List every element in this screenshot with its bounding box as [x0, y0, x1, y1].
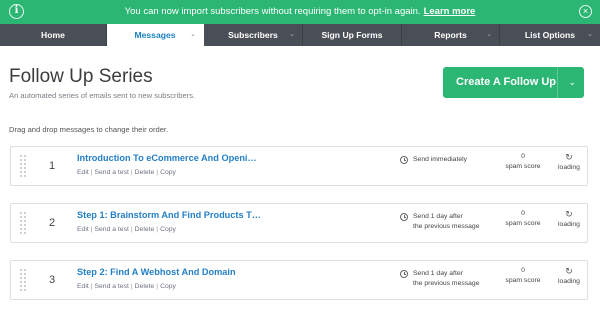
- send-test-link[interactable]: Send a test: [94, 226, 128, 233]
- page-subtitle: An automated series of emails sent to ne…: [9, 91, 196, 100]
- delete-link[interactable]: Delete: [135, 283, 155, 290]
- message-number: 1: [49, 160, 56, 172]
- message-number: 2: [49, 217, 56, 229]
- spam-score-label: spam score: [505, 277, 541, 284]
- separator: |: [130, 169, 133, 176]
- message-title-link[interactable]: Step 2: Find A Webhost And Domain: [77, 267, 236, 277]
- timing-line: the previous message: [413, 280, 480, 287]
- status-text: loading: [558, 278, 580, 285]
- banner-message-wrap: You can now import subscribers without r…: [0, 6, 600, 18]
- message-title-link[interactable]: Step 1: Brainstorm And Find Products T…: [77, 210, 261, 220]
- separator: |: [156, 283, 159, 290]
- reorder-hint: Drag and drop messages to change their o…: [9, 125, 169, 134]
- status-indicator: ↻ loading: [554, 266, 584, 287]
- spam-score-value: 0: [521, 153, 525, 160]
- button-divider: [557, 67, 558, 98]
- tab-label: List Options: [524, 30, 576, 40]
- chevron-down-icon: ⌄: [486, 31, 492, 38]
- timing-line: Send 1 day after: [413, 213, 463, 220]
- spam-score-value: 0: [521, 210, 525, 217]
- tab-sign-up-forms[interactable]: Sign Up Forms: [303, 24, 402, 46]
- edit-link[interactable]: Edit: [77, 169, 89, 176]
- message-row: 2 Step 1: Brainstorm And Find Products T…: [10, 203, 588, 243]
- refresh-icon: ↻: [565, 209, 573, 219]
- send-test-link[interactable]: Send a test: [94, 283, 128, 290]
- delete-link[interactable]: Delete: [135, 169, 155, 176]
- message-number: 3: [49, 274, 56, 286]
- chevron-down-icon: ⌄: [190, 31, 196, 38]
- message-title-link[interactable]: Introduction To eCommerce And Openi…: [77, 153, 257, 163]
- timing-line: the previous message: [413, 223, 480, 230]
- banner-message: You can now import subscribers without r…: [124, 6, 421, 17]
- timing-line: Send immediately: [413, 156, 468, 163]
- edit-link[interactable]: Edit: [77, 283, 89, 290]
- status-text: loading: [558, 164, 580, 171]
- spam-score: 0 spam score: [503, 209, 543, 229]
- page-title: Follow Up Series: [9, 66, 153, 87]
- refresh-icon: ↻: [565, 266, 573, 276]
- spam-score-value: 0: [521, 267, 525, 274]
- spam-score-label: spam score: [505, 163, 541, 170]
- delete-link[interactable]: Delete: [135, 226, 155, 233]
- tab-label: Subscribers: [228, 30, 278, 40]
- spam-score-label: spam score: [505, 220, 541, 227]
- tab-messages[interactable]: Messages ⌄: [107, 24, 204, 46]
- separator: |: [90, 169, 93, 176]
- edit-link[interactable]: Edit: [77, 226, 89, 233]
- tab-label: Reports: [434, 30, 467, 40]
- drag-handle-icon[interactable]: [19, 211, 27, 235]
- spam-score: 0 spam score: [503, 152, 543, 172]
- clock-icon: [400, 156, 408, 164]
- separator: |: [156, 226, 159, 233]
- chevron-down-icon: ⌄: [587, 31, 593, 38]
- separator: |: [90, 283, 93, 290]
- spam-score: 0 spam score: [503, 266, 543, 286]
- refresh-icon: ↻: [565, 152, 573, 162]
- send-timing: Send 1 day after the previous message: [413, 212, 480, 232]
- chevron-down-icon[interactable]: ⌄: [568, 67, 576, 98]
- tab-subscribers[interactable]: Subscribers ⌄: [204, 24, 303, 46]
- drag-handle-icon[interactable]: [19, 268, 27, 292]
- tab-reports[interactable]: Reports ⌄: [402, 24, 500, 46]
- learn-more-link[interactable]: Learn more: [424, 6, 476, 17]
- status-indicator: ↻ loading: [554, 152, 584, 173]
- create-follow-up-label: Create A Follow Up: [456, 76, 557, 88]
- separator: |: [156, 169, 159, 176]
- message-actions: Edit | Send a test | Delete | Copy: [77, 226, 176, 233]
- copy-link[interactable]: Copy: [160, 169, 176, 176]
- send-test-link[interactable]: Send a test: [94, 169, 128, 176]
- status-indicator: ↻ loading: [554, 209, 584, 230]
- drag-handle-icon[interactable]: [19, 154, 27, 178]
- separator: |: [130, 226, 133, 233]
- tab-label: Sign Up Forms: [321, 30, 383, 40]
- message-row: 1 Introduction To eCommerce And Openi… E…: [10, 146, 588, 186]
- message-actions: Edit | Send a test | Delete | Copy: [77, 169, 176, 176]
- tab-home[interactable]: Home: [0, 24, 107, 46]
- tab-label: Messages: [134, 30, 176, 40]
- separator: |: [130, 283, 133, 290]
- send-timing: Send 1 day after the previous message: [413, 269, 480, 289]
- create-follow-up-button[interactable]: Create A Follow Up ⌄: [443, 67, 584, 98]
- status-text: loading: [558, 221, 580, 228]
- send-timing: Send immediately: [413, 155, 467, 165]
- tab-list-options[interactable]: List Options ⌄: [500, 24, 600, 46]
- clock-icon: [400, 270, 408, 278]
- copy-link[interactable]: Copy: [160, 226, 176, 233]
- timing-line: Send 1 day after: [413, 270, 463, 277]
- clock-icon: [400, 213, 408, 221]
- separator: |: [90, 226, 93, 233]
- copy-link[interactable]: Copy: [160, 283, 176, 290]
- message-actions: Edit | Send a test | Delete | Copy: [77, 283, 176, 290]
- tab-label: Home: [41, 30, 65, 40]
- message-row: 3 Step 2: Find A Webhost And Domain Edit…: [10, 260, 588, 300]
- close-icon[interactable]: ×: [579, 5, 592, 18]
- notification-banner: i You can now import subscribers without…: [0, 0, 600, 24]
- chevron-down-icon: ⌄: [289, 31, 295, 38]
- main-nav: Home Messages ⌄ Subscribers ⌄ Sign Up Fo…: [0, 24, 600, 46]
